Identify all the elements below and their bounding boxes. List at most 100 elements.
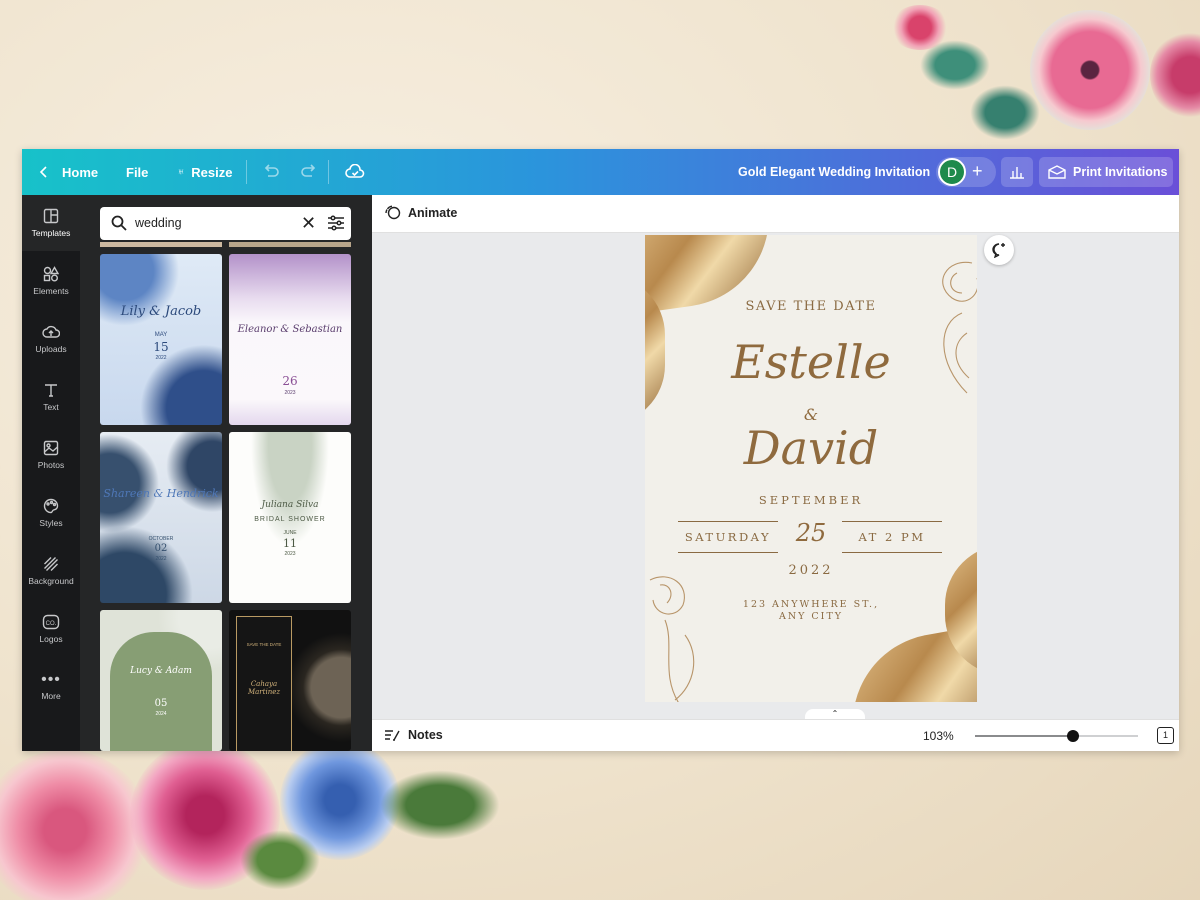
month-text[interactable]: SEPTEMBER [645,493,977,507]
first-name-text[interactable]: Estelle [645,335,977,389]
comment-plus-icon [992,243,1005,258]
template-thumbnail[interactable]: Juliana Silva BRIDAL SHOWER JUNE 11 2023 [229,432,351,603]
template-title: Lily & Jacob [120,304,202,319]
rail-label: Text [43,402,59,412]
svg-text:CO.: CO. [46,621,57,627]
invitation-page[interactable]: SAVE THE DATE Estelle & David SEPTEMBER … [645,235,977,702]
template-thumbnail[interactable]: SAVE THE DATE Cahaya Martinez [229,610,351,751]
rail-label: Background [28,576,74,586]
address-line-1[interactable]: 123 ANYWHERE ST., [645,599,977,610]
rail-item-photos[interactable]: Photos [22,427,80,483]
palette-icon [43,498,59,514]
template-day: 26 [282,374,298,388]
template-thumbnail-partial [229,242,351,247]
document-title[interactable]: Gold Elegant Wedding Invitation [738,149,930,195]
search-input[interactable]: wedding ✕ [100,207,351,240]
more-icon: ••• [41,671,61,688]
rail-item-background[interactable]: Background [22,543,80,599]
template-day: 15 [153,340,169,354]
page-count-button[interactable]: 1 [1157,727,1174,744]
template-title: Eleanor & Sebastian [237,324,343,335]
template-title: Juliana Silva [261,500,319,510]
resize-button[interactable]: ♅ Resize [177,149,232,195]
template-month: OCTOBER [148,536,174,542]
rail-label: Styles [39,518,63,528]
show-pages-handle[interactable]: ⌃ [805,709,865,719]
rail-item-styles[interactable]: Styles [22,485,80,541]
rail-label: Uploads [35,344,67,354]
template-subtitle: BRIDAL SHOWER [254,516,326,523]
zoom-slider-thumb[interactable] [1066,730,1079,742]
divider [328,160,329,184]
undo-icon [264,164,279,177]
animate-toolbar: Animate [372,195,1179,233]
print-invitations-button[interactable]: Print Invitations [1039,157,1173,187]
zoom-slider[interactable] [975,730,1138,742]
address-line-2[interactable]: ANY CITY [645,611,977,622]
template-year: 2022 [155,556,167,562]
arch-frame [110,632,212,751]
time-text[interactable]: AT 2 PM [842,530,942,544]
shapes-icon [43,266,59,282]
template-day: 11 [283,537,297,550]
envelope-icon [1048,165,1066,179]
side-navigation: Templates Elements Uploads Text Photos S… [22,195,80,751]
rail-item-elements[interactable]: Elements [22,253,80,309]
editor-window: Home File ♅ Resize Gold Elegant Wedding … [22,149,1179,751]
home-label: Home [62,164,99,180]
divider-line [678,552,778,553]
add-collaborator-icon[interactable]: + [972,160,983,182]
templates-panel: wedding ✕ Lily & Jacob MAY 15 2022 Elean… [80,195,372,751]
cloud-check-icon [345,164,365,178]
template-thumbnail[interactable]: Shareen & Hendrick OCTOBER 02 2022 [100,432,222,603]
template-month: JUNE [283,530,297,536]
zoom-percentage[interactable]: 103% [923,729,954,743]
chevron-left-icon [39,166,47,178]
floral-decoration-top-right [880,0,1200,150]
save-status-button[interactable] [345,149,365,195]
template-title: Cahaya Martinez [247,680,281,696]
rail-item-uploads[interactable]: Uploads [22,311,80,367]
template-year: 2024 [155,711,167,717]
rail-label: Elements [33,286,69,296]
rail-item-templates[interactable]: Templates [22,195,80,251]
home-button[interactable]: Home [36,149,98,195]
animate-icon [385,205,401,220]
file-label: File [126,164,149,180]
notes-button[interactable]: Notes [384,728,443,742]
template-thumbnail[interactable]: Eleanor & Sebastian 26 2023 [229,254,351,425]
rail-item-text[interactable]: Text [22,369,80,425]
insights-button[interactable] [1001,157,1033,187]
filter-icon[interactable] [327,215,345,231]
redo-button[interactable] [300,149,318,195]
template-icon [43,208,59,224]
undo-button[interactable] [262,149,280,195]
template-title: Lucy & Adam [130,666,192,676]
add-comment-button[interactable] [984,235,1014,265]
divider [246,160,247,184]
save-the-date-text[interactable]: SAVE THE DATE [645,299,977,314]
rose-line-art-bottom-left [649,576,695,702]
divider-line [842,552,942,553]
avatar[interactable]: D [938,158,966,186]
collaborator-group: D + [936,157,996,187]
document-title-text: Gold Elegant Wedding Invitation [738,165,931,179]
clear-search-icon[interactable]: ✕ [301,213,316,234]
rail-item-logos[interactable]: CO. Logos [22,601,80,657]
year-text[interactable]: 2022 [645,563,977,578]
template-title: Shareen & Hendrick [103,487,219,500]
search-icon [111,215,127,231]
template-thumbnail[interactable]: Lucy & Adam 05 2024 [100,610,222,751]
second-name-text[interactable]: David [645,421,977,475]
rail-label: Templates [31,228,71,238]
template-thumbnail[interactable]: Lily & Jacob MAY 15 2022 [100,254,222,425]
rail-item-more[interactable]: ••• More [22,659,80,715]
bottom-bar: Notes 103% 1 [372,719,1179,751]
animate-button[interactable]: Animate [384,204,457,221]
file-menu-button[interactable]: File [126,149,148,195]
cloud-upload-icon [42,325,60,338]
redo-icon [301,164,316,177]
text-icon [45,384,57,397]
bar-chart-icon [1010,167,1024,179]
template-thumbnail-partial [100,242,222,247]
